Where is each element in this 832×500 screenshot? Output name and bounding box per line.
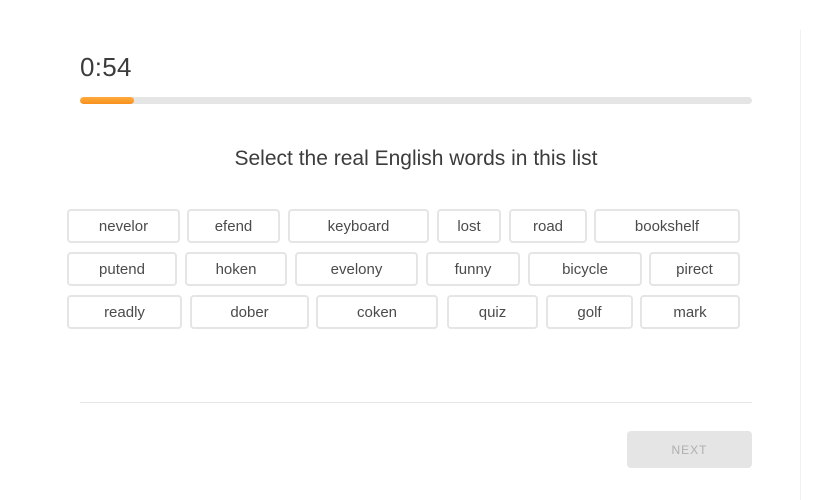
word-option[interactable]: evelony [295, 252, 418, 286]
word-option[interactable]: mark [640, 295, 740, 329]
word-option[interactable]: putend [67, 252, 177, 286]
word-option[interactable]: quiz [447, 295, 538, 329]
page-edge-divider [800, 30, 801, 500]
word-option[interactable]: hoken [185, 252, 287, 286]
footer-divider [80, 402, 752, 403]
word-option[interactable]: funny [426, 252, 520, 286]
word-option[interactable]: keyboard [288, 209, 429, 243]
question-prompt: Select the real English words in this li… [234, 147, 598, 170]
word-option[interactable]: coken [316, 295, 438, 329]
word-option[interactable]: road [509, 209, 587, 243]
progress-bar [80, 97, 752, 104]
word-option[interactable]: golf [546, 295, 633, 329]
word-option[interactable]: nevelor [67, 209, 180, 243]
word-option[interactable]: efend [187, 209, 280, 243]
word-quiz-page: 0:54 Select the real English words in th… [0, 0, 832, 500]
progress-bar-fill [80, 97, 134, 104]
word-option[interactable]: bicycle [528, 252, 642, 286]
next-button[interactable]: NEXT [627, 431, 752, 468]
word-option[interactable]: bookshelf [594, 209, 740, 243]
word-option[interactable]: pirect [649, 252, 740, 286]
word-option[interactable]: lost [437, 209, 501, 243]
countdown-timer: 0:54 [80, 52, 132, 82]
word-option[interactable]: readly [67, 295, 182, 329]
word-option[interactable]: dober [190, 295, 309, 329]
